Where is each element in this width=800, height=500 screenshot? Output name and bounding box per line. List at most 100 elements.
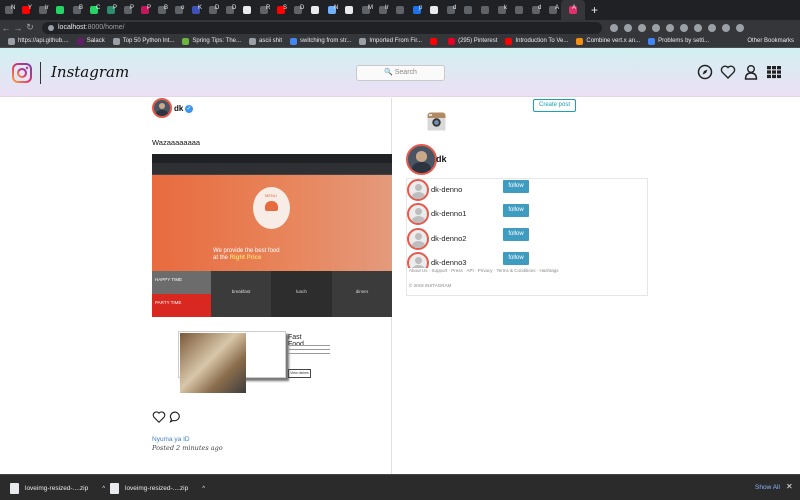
browser-tab[interactable]: D — [289, 0, 306, 20]
download-item[interactable]: loveimg-resized-....zip ^ — [10, 483, 105, 494]
browser-tab[interactable]: P — [102, 0, 119, 20]
comment-username[interactable]: Nyuma ya ID — [152, 436, 190, 443]
bookmark-item[interactable]: ascii shit — [249, 37, 282, 45]
reload-icon[interactable]: ↻ — [24, 22, 36, 33]
browser-tab[interactable]: D — [221, 0, 238, 20]
browser-tab[interactable] — [51, 0, 68, 20]
back-icon[interactable]: ← — [0, 23, 12, 33]
info-icon[interactable] — [48, 24, 54, 31]
instagram-logo-icon[interactable] — [12, 63, 32, 83]
browser-tab[interactable]: D — [204, 0, 221, 20]
browser-tab[interactable]: C — [85, 0, 102, 20]
heart-icon[interactable] — [720, 64, 736, 80]
bookmark-item[interactable]: Spring Tips: The... — [182, 37, 241, 45]
browser-tab[interactable] — [238, 0, 255, 20]
bookmark-item[interactable]: Salack — [76, 37, 105, 45]
new-tab-icon[interactable]: + — [591, 3, 598, 17]
forward-icon[interactable]: → — [12, 23, 24, 33]
browser-tab[interactable]: P — [119, 0, 136, 20]
grid-icon[interactable] — [766, 64, 782, 80]
post-image[interactable]: MENU We provide the best food at the Rig… — [152, 154, 392, 317]
bookmark-item[interactable]: Combine vert.x an... — [576, 37, 640, 45]
follow-button[interactable]: follow — [503, 228, 529, 241]
like-heart-icon[interactable] — [152, 410, 166, 424]
extension-icon[interactable] — [638, 23, 646, 32]
bookmark-item[interactable]: https://api.github.... — [8, 37, 69, 45]
compass-icon[interactable] — [697, 64, 713, 80]
close-icon[interactable]: ✕ — [786, 482, 793, 491]
avatar[interactable] — [407, 228, 429, 250]
extension-icon[interactable] — [680, 23, 688, 32]
avatar[interactable] — [152, 98, 172, 118]
bookmark-item[interactable]: Introduction To Ve... — [505, 37, 568, 45]
avatar[interactable] — [407, 179, 429, 201]
suggestion-username[interactable]: dk-denno1 — [431, 209, 466, 218]
avatar[interactable] — [406, 144, 437, 175]
show-all-button[interactable]: Show All — [755, 484, 780, 491]
browser-tab[interactable]: B — [68, 0, 85, 20]
post-image-secondary[interactable]: Fast Food View dishes — [178, 331, 330, 393]
avatar[interactable] — [407, 252, 429, 268]
browser-tab[interactable] — [476, 0, 493, 20]
browser-tab[interactable]: M — [357, 0, 374, 20]
bookmark-item[interactable]: (295) Pinterest — [448, 37, 497, 45]
browser-tab[interactable]: B — [153, 0, 170, 20]
address-bar[interactable]: localhost :8000/home/ — [42, 21, 602, 34]
bookmark-item[interactable]: Imported From Fir... — [359, 37, 422, 45]
other-bookmarks[interactable]: Other Bookmarks — [747, 38, 794, 44]
chevron-up-icon[interactable]: ^ — [202, 486, 205, 492]
browser-tab[interactable]: d — [442, 0, 459, 20]
share-icon[interactable] — [610, 23, 618, 32]
browser-tab[interactable]: N — [0, 0, 17, 20]
chevron-up-icon[interactable]: ^ — [102, 486, 105, 492]
browser-tab[interactable]: Ir — [374, 0, 391, 20]
extension-icon[interactable] — [652, 23, 660, 32]
browser-tab[interactable]: o — [170, 0, 187, 20]
star-icon[interactable] — [624, 23, 632, 32]
browser-tab[interactable]: K — [187, 0, 204, 20]
browser-tab[interactable]: S — [272, 0, 289, 20]
profile-avatar[interactable] — [722, 23, 730, 32]
user-icon[interactable] — [743, 64, 759, 80]
avatar[interactable] — [407, 203, 429, 225]
suggestion-username[interactable]: dk-denno2 — [431, 234, 466, 243]
comment-icon[interactable] — [169, 410, 183, 424]
bookmark-item[interactable]: switching from str... — [290, 37, 351, 45]
browser-tab[interactable] — [340, 0, 357, 20]
browser-tab[interactable] — [510, 0, 527, 20]
reading-list-icon[interactable] — [708, 23, 716, 32]
more-icon[interactable] — [736, 23, 744, 32]
puzzle-icon[interactable] — [694, 23, 702, 32]
post-username[interactable]: dk — [174, 104, 183, 113]
follow-button[interactable]: follow — [503, 180, 529, 193]
browser-tab[interactable] — [391, 0, 408, 20]
browser-tab[interactable] — [306, 0, 323, 20]
follow-button[interactable]: follow — [503, 252, 529, 265]
browser-tab[interactable]: d — [527, 0, 544, 20]
search-input[interactable]: 🔍 Search — [356, 65, 445, 81]
bookmark-item[interactable]: Problems by setti... — [648, 37, 709, 45]
download-item[interactable]: loveimg-resized-....zip ^ — [110, 483, 205, 494]
suggestion-username[interactable]: dk-denno — [431, 185, 462, 194]
browser-tab[interactable] — [459, 0, 476, 20]
follow-button[interactable]: follow — [503, 204, 529, 217]
suggestion-username[interactable]: dk-denno3 — [431, 258, 466, 267]
bookmark-item[interactable] — [430, 37, 440, 45]
browser-tab[interactable]: Y — [17, 0, 34, 20]
browser-tab[interactable]: k — [493, 0, 510, 20]
browser-tab[interactable]: Ir — [34, 0, 51, 20]
browser-tab[interactable]: A — [544, 0, 561, 20]
footer-links[interactable]: About Us · Support · Press · API · Priva… — [409, 268, 558, 273]
browser-tab[interactable] — [425, 0, 442, 20]
browser-tab[interactable]: N — [323, 0, 340, 20]
browser-tab[interactable]: P — [136, 0, 153, 20]
sidebar-username[interactable]: dk — [436, 154, 447, 164]
camera-icon[interactable] — [427, 112, 446, 131]
browser-tab[interactable]: R — [255, 0, 272, 20]
create-post-button[interactable]: Create post — [533, 99, 576, 112]
bookmark-item[interactable]: Top 50 Python Int... — [112, 37, 174, 45]
browser-tab[interactable]: p — [408, 0, 425, 20]
browser-tab[interactable]: A — [561, 0, 585, 20]
brand-wordmark[interactable]: Instagram — [51, 63, 129, 81]
extension-icon[interactable] — [666, 23, 674, 32]
